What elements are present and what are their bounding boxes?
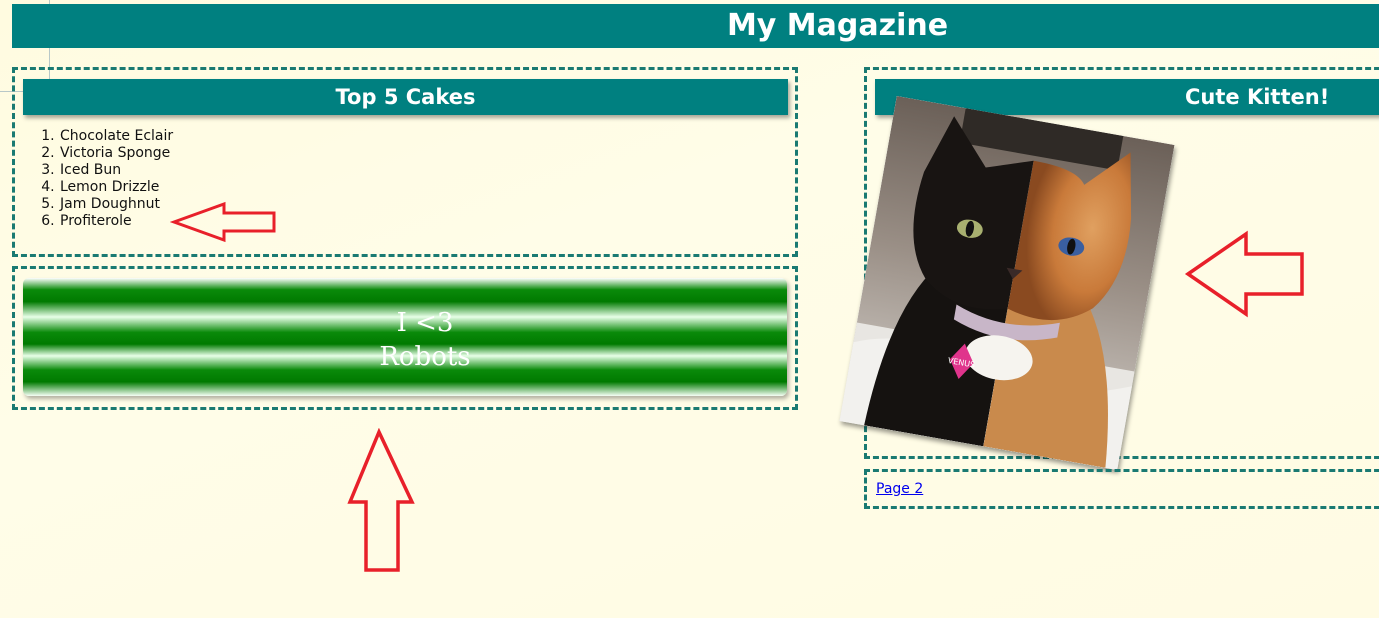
cakes-panel-title: Top 5 Cakes [335,85,476,109]
list-item: Chocolate Eclair [59,128,173,145]
arrow-left-icon [1184,230,1304,318]
page-2-link[interactable]: Page 2 [876,481,923,497]
robot-banner: I <3 Robots [23,278,787,396]
robot-banner-line2: Robots [379,342,471,372]
list-item: Victoria Sponge [59,145,173,162]
footer-panel [864,469,1379,509]
list-item: Lemon Drizzle [59,179,173,196]
kitten-panel-title: Cute Kitten! [1185,85,1330,109]
list-item: Iced Bun [59,162,173,179]
list-item: Profiterole [59,213,173,230]
list-item: Jam Doughnut [59,196,173,213]
cakes-panel-header: Top 5 Cakes [23,79,788,115]
page-title: My Magazine [726,8,949,43]
kitten-photo: VENUS [839,96,1175,470]
robot-banner-line1: I <3 [396,308,454,338]
arrow-up-icon [347,428,415,572]
arrow-left-icon [170,201,276,243]
masthead: My Magazine [12,4,1379,48]
cake-list: Chocolate Eclair Victoria Sponge Iced Bu… [37,128,173,230]
kitten-image: VENUS [839,96,1175,470]
